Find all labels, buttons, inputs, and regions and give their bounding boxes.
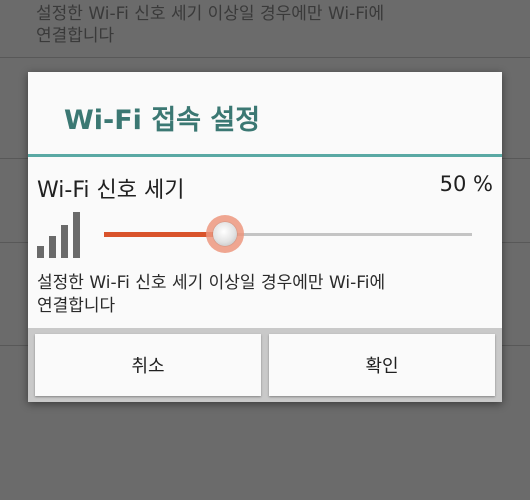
- wifi-connection-dialog: Wi-Fi 접속 설정 Wi-Fi 신호 세기 50 % 설정한 Wi-Fi 신…: [28, 72, 502, 402]
- background-divider: [0, 57, 530, 58]
- dialog-button-bar: 취소 확인: [28, 328, 502, 402]
- ok-button[interactable]: 확인: [269, 334, 495, 396]
- signal-strength-icon: [37, 212, 85, 258]
- signal-strength-label: Wi-Fi 신호 세기: [37, 178, 185, 203]
- cancel-button[interactable]: 취소: [35, 334, 261, 396]
- dialog-description-line2: 연결합니다: [37, 296, 116, 316]
- signal-strength-value: 50 %: [439, 172, 493, 196]
- signal-strength-slider[interactable]: [104, 214, 472, 254]
- dialog-title: Wi-Fi 접속 설정: [64, 105, 261, 136]
- background-description: 설정한 Wi-Fi 신호 세기 이상일 경우에만 Wi-Fi에 연결합니다: [36, 3, 384, 47]
- dialog-description: 설정한 Wi-Fi 신호 세기 이상일 경우에만 Wi-Fi에 연결합니다: [37, 272, 492, 318]
- dialog-description-line1: 설정한 Wi-Fi 신호 세기 이상일 경우에만 Wi-Fi에: [37, 273, 386, 293]
- background-description-line2: 연결합니다: [36, 26, 115, 46]
- background-description-line1: 설정한 Wi-Fi 신호 세기 이상일 경우에만 Wi-Fi에: [36, 4, 385, 24]
- signal-label-row: Wi-Fi 신호 세기 50 %: [37, 172, 493, 203]
- title-divider: [28, 154, 502, 157]
- slider-thumb[interactable]: [213, 222, 237, 246]
